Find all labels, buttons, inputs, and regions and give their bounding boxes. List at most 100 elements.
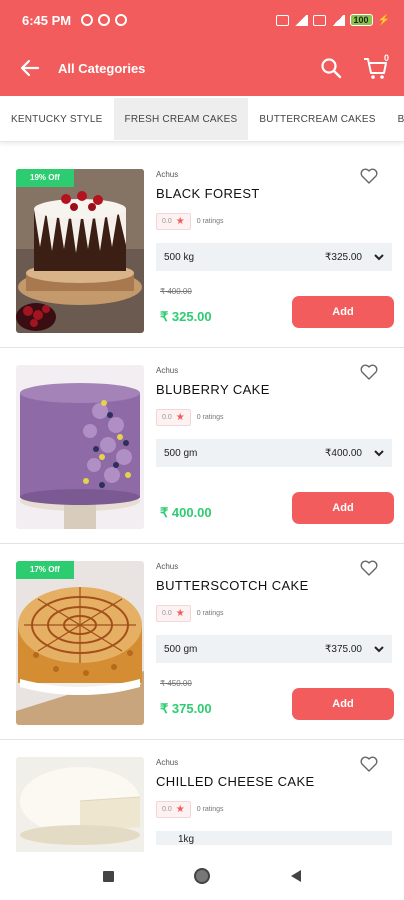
- product-brand: Achus: [156, 170, 179, 179]
- vibrate-icon: [275, 14, 289, 26]
- charging-icon: ⚡: [377, 14, 390, 26]
- black-forest-cake-image: [16, 169, 144, 333]
- product-card[interactable]: Achus BLUBERRY CAKE 0.0 ★ 0 ratings 500 g…: [0, 348, 404, 544]
- page-title: All Categories: [58, 60, 146, 76]
- original-price: ₹ 450.00: [160, 679, 192, 688]
- rating-value: 0.0: [162, 414, 172, 421]
- product-name[interactable]: BUTTERSCOTCH CAKE: [156, 578, 309, 593]
- variant-price: ₹325.00: [325, 251, 362, 263]
- tab-burg[interactable]: BURG: [387, 98, 404, 140]
- variant-price: ₹400.00: [325, 447, 362, 459]
- arrow-left-icon: [20, 59, 40, 77]
- product-brand: Achus: [156, 366, 179, 375]
- status-bar: 6:45 PM 100 ⚡: [0, 0, 404, 40]
- sim-icon: [312, 14, 326, 26]
- rating-badge: 0.0 ★: [156, 801, 191, 818]
- tab-buttercream-cakes[interactable]: BUTTERCREAM CAKES: [248, 98, 386, 140]
- variant-select[interactable]: 500 kg ₹325.00: [156, 243, 392, 271]
- heart-icon: [360, 168, 378, 184]
- app-bar: All Categories 0: [0, 40, 404, 96]
- add-to-cart-button[interactable]: Add: [292, 296, 394, 328]
- rating-summary: 0.0 ★ 0 ratings: [156, 605, 224, 622]
- star-icon: ★: [175, 216, 185, 227]
- butterscotch-cake-image: [16, 561, 144, 725]
- cheese-cake-image: [16, 757, 144, 853]
- cart-button[interactable]: 0: [360, 53, 390, 83]
- add-to-cart-button[interactable]: Add: [292, 492, 394, 524]
- notification-icon: [98, 14, 111, 26]
- rating-badge: 0.0 ★: [156, 605, 191, 622]
- chevron-down-icon: [374, 449, 384, 456]
- variant-price: ₹375.00: [325, 643, 362, 655]
- discount-badge: 17% Off: [16, 561, 74, 579]
- system-nav-bar: [0, 852, 404, 900]
- product-name[interactable]: BLACK FOREST: [156, 186, 260, 201]
- back-button[interactable]: [0, 40, 60, 96]
- app-icon: [115, 14, 128, 26]
- rating-count: 0 ratings: [196, 414, 224, 421]
- variant-select[interactable]: 500 gm ₹400.00: [156, 439, 392, 467]
- heart-icon: [360, 560, 378, 576]
- variant-label: 500 kg: [164, 251, 195, 263]
- rating-badge: 0.0 ★: [156, 213, 191, 230]
- sale-price: ₹ 325.00: [160, 309, 212, 324]
- triangle-back-icon: [291, 870, 301, 882]
- battery-indicator: 100: [349, 14, 373, 26]
- recents-button[interactable]: [95, 863, 121, 889]
- rating-summary: 0.0 ★ 0 ratings: [156, 801, 224, 818]
- variant-select[interactable]: 1kg: [156, 831, 392, 845]
- star-icon: ★: [175, 412, 185, 423]
- product-image[interactable]: [16, 757, 144, 853]
- rating-count: 0 ratings: [196, 806, 224, 813]
- signal-icon: [293, 14, 308, 26]
- product-image[interactable]: [16, 365, 144, 529]
- cart-count: 0: [383, 53, 389, 63]
- search-button[interactable]: [316, 53, 346, 83]
- sale-price: ₹ 400.00: [160, 505, 212, 520]
- product-card[interactable]: 19% Off Achus BLACK FOREST 0.0 ★ 0 rating…: [0, 152, 404, 348]
- wishlist-button[interactable]: [358, 361, 380, 383]
- status-time: 6:45 PM: [22, 12, 72, 28]
- square-icon: [102, 870, 114, 882]
- back-nav-button[interactable]: [283, 863, 309, 889]
- product-name[interactable]: CHILLED CHEESE CAKE: [156, 774, 315, 789]
- tab-kentucky-style[interactable]: KENTUCKY STYLE: [0, 98, 114, 140]
- chevron-down-icon: [374, 645, 384, 652]
- wishlist-button[interactable]: [358, 753, 380, 775]
- rating-count: 0 ratings: [196, 610, 224, 617]
- chevron-down-icon: [374, 253, 384, 260]
- variant-label: 1kg: [178, 834, 195, 845]
- product-card[interactable]: 17% Off Achus BUTTERSCOTCH CAKE 0.0 ★ 0 r…: [0, 544, 404, 740]
- signal-icon-2: [330, 14, 345, 26]
- rating-badge: 0.0 ★: [156, 409, 191, 426]
- product-brand: Achus: [156, 758, 179, 767]
- rating-value: 0.0: [162, 218, 172, 225]
- discount-badge: 19% Off: [16, 169, 74, 187]
- product-name[interactable]: BLUBERRY CAKE: [156, 382, 270, 397]
- variant-label: 500 gm: [164, 643, 198, 655]
- rating-value: 0.0: [162, 610, 172, 617]
- wishlist-button[interactable]: [358, 165, 380, 187]
- heart-icon: [360, 364, 378, 380]
- add-to-cart-button[interactable]: Add: [292, 688, 394, 720]
- rating-count: 0 ratings: [196, 218, 224, 225]
- tab-fresh-cream-cakes[interactable]: FRESH CREAM CAKES: [113, 98, 249, 140]
- product-brand: Achus: [156, 562, 179, 571]
- heart-icon: [360, 756, 378, 772]
- category-tabs: KENTUCKY STYLE FRESH CREAM CAKES BUTTERC…: [0, 96, 404, 142]
- product-image[interactable]: 19% Off: [16, 169, 144, 333]
- rating-value: 0.0: [162, 806, 172, 813]
- search-icon: [321, 58, 342, 79]
- product-image[interactable]: 17% Off: [16, 561, 144, 725]
- home-button[interactable]: [189, 863, 215, 889]
- star-icon: ★: [175, 608, 185, 619]
- blueberry-cake-image: [16, 365, 144, 529]
- original-price: ₹ 400.00: [160, 287, 192, 296]
- rating-summary: 0.0 ★ 0 ratings: [156, 213, 224, 230]
- alarm-icon: [81, 14, 94, 26]
- star-icon: ★: [175, 804, 185, 815]
- variant-label: 500 gm: [164, 447, 198, 459]
- variant-select[interactable]: 500 gm ₹375.00: [156, 635, 392, 663]
- sale-price: ₹ 375.00: [160, 701, 212, 716]
- wishlist-button[interactable]: [358, 557, 380, 579]
